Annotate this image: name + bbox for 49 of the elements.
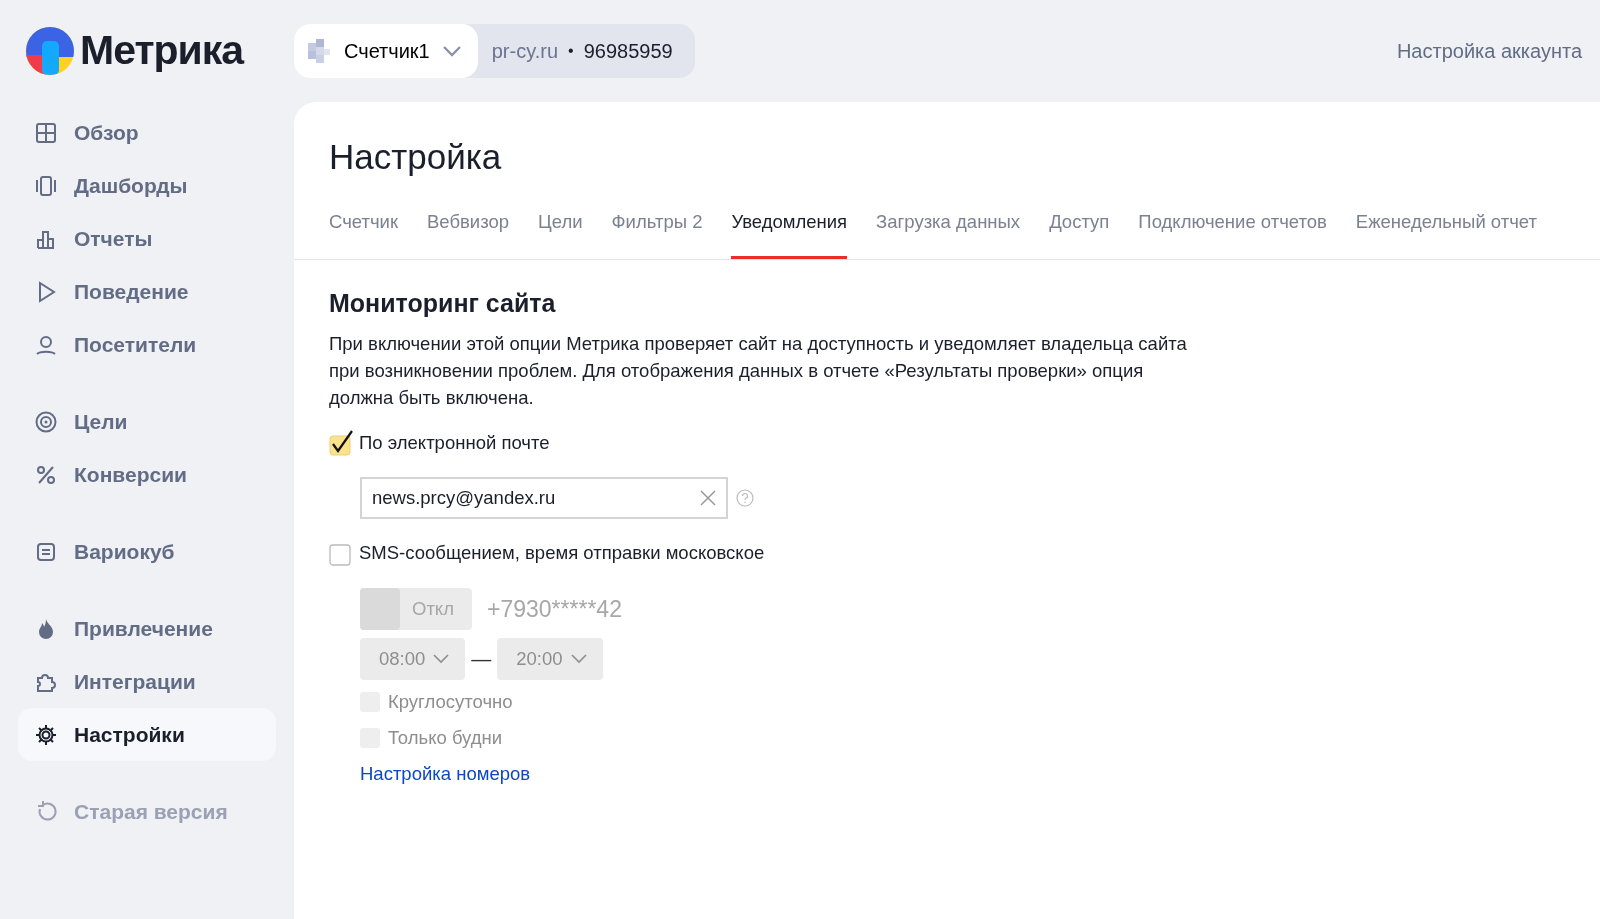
sidebar-item[interactable]: Интеграции	[18, 655, 276, 708]
tab[interactable]: Счетчик	[329, 208, 398, 259]
sidebar-item[interactable]: Привлечение	[18, 602, 276, 655]
help-icon[interactable]	[736, 488, 754, 507]
sidebar-item[interactable]: Отчеты	[18, 212, 276, 265]
range-dash: —	[471, 647, 492, 673]
checkbox[interactable]	[329, 541, 353, 566]
sidebar-item[interactable]: Настройки	[18, 708, 276, 761]
tab[interactable]: Цели	[538, 208, 583, 259]
page-title: Настройка	[329, 136, 503, 178]
tab[interactable]: Еженедельный отчет	[1355, 208, 1537, 259]
counter-id: 96985959	[583, 39, 673, 64]
clear-icon[interactable]	[700, 489, 716, 506]
phone-number: +7930*****42	[487, 595, 622, 624]
counter-selector[interactable]: Счетчик1	[294, 24, 478, 78]
tab[interactable]: Загрузка данных	[876, 208, 1021, 259]
sidebar-item[interactable]: Конверсии	[18, 448, 276, 501]
site-domain: pr-cy.ru	[491, 39, 559, 64]
section-description: При включении этой опции Метрика проверяет сайт на доступность и уведомляет владельца сайта при возникновении проблем. Для отображения данных в отчете «Результаты проверки» опция должна быть включена.	[329, 331, 1188, 410]
sidebar-item[interactable]: Поведение	[18, 265, 276, 318]
panels-icon	[34, 173, 58, 198]
checkbox-label: Только будни	[388, 726, 503, 750]
logo-text: Метрика	[80, 26, 244, 76]
tab[interactable]: Фильтры 2	[611, 208, 703, 259]
tab[interactable]: Подключение отчетов	[1138, 208, 1327, 259]
checkbox[interactable]	[329, 431, 353, 456]
grid-icon	[34, 120, 58, 145]
checkbox-label: SMS-сообщением, время отправки московское	[359, 540, 765, 565]
separator-dot: •	[568, 41, 574, 61]
section-title: Мониторинг сайта	[329, 287, 557, 318]
checkbox-label: Круглосуточно	[388, 690, 513, 715]
sidebar-item[interactable]: Посетители	[18, 318, 276, 371]
logo-icon	[26, 27, 74, 75]
chevron-down-icon	[433, 654, 450, 665]
tab[interactable]: Доступ	[1049, 208, 1110, 259]
account-settings-link[interactable]: Настройка аккаунта	[1396, 36, 1582, 66]
sidebar-item[interactable]: Обзор	[18, 106, 276, 159]
sidebar-item[interactable]: Вариокуб	[18, 525, 276, 578]
email-field[interactable]: news.prcy@yandex.ru	[360, 476, 728, 519]
tab[interactable]: Вебвизор	[427, 208, 510, 259]
sidebar-item[interactable]: Цели	[18, 395, 276, 448]
gear-icon	[34, 722, 58, 747]
sidebar-item[interactable]: Дашборды	[18, 159, 276, 212]
tab[interactable]: Уведомления	[731, 208, 848, 259]
counter-icon	[308, 39, 332, 63]
checkbox-label: По электронной почте	[359, 430, 550, 455]
target-icon	[34, 409, 58, 434]
chevron-down-icon	[441, 45, 462, 57]
chevron-down-icon	[570, 654, 587, 665]
